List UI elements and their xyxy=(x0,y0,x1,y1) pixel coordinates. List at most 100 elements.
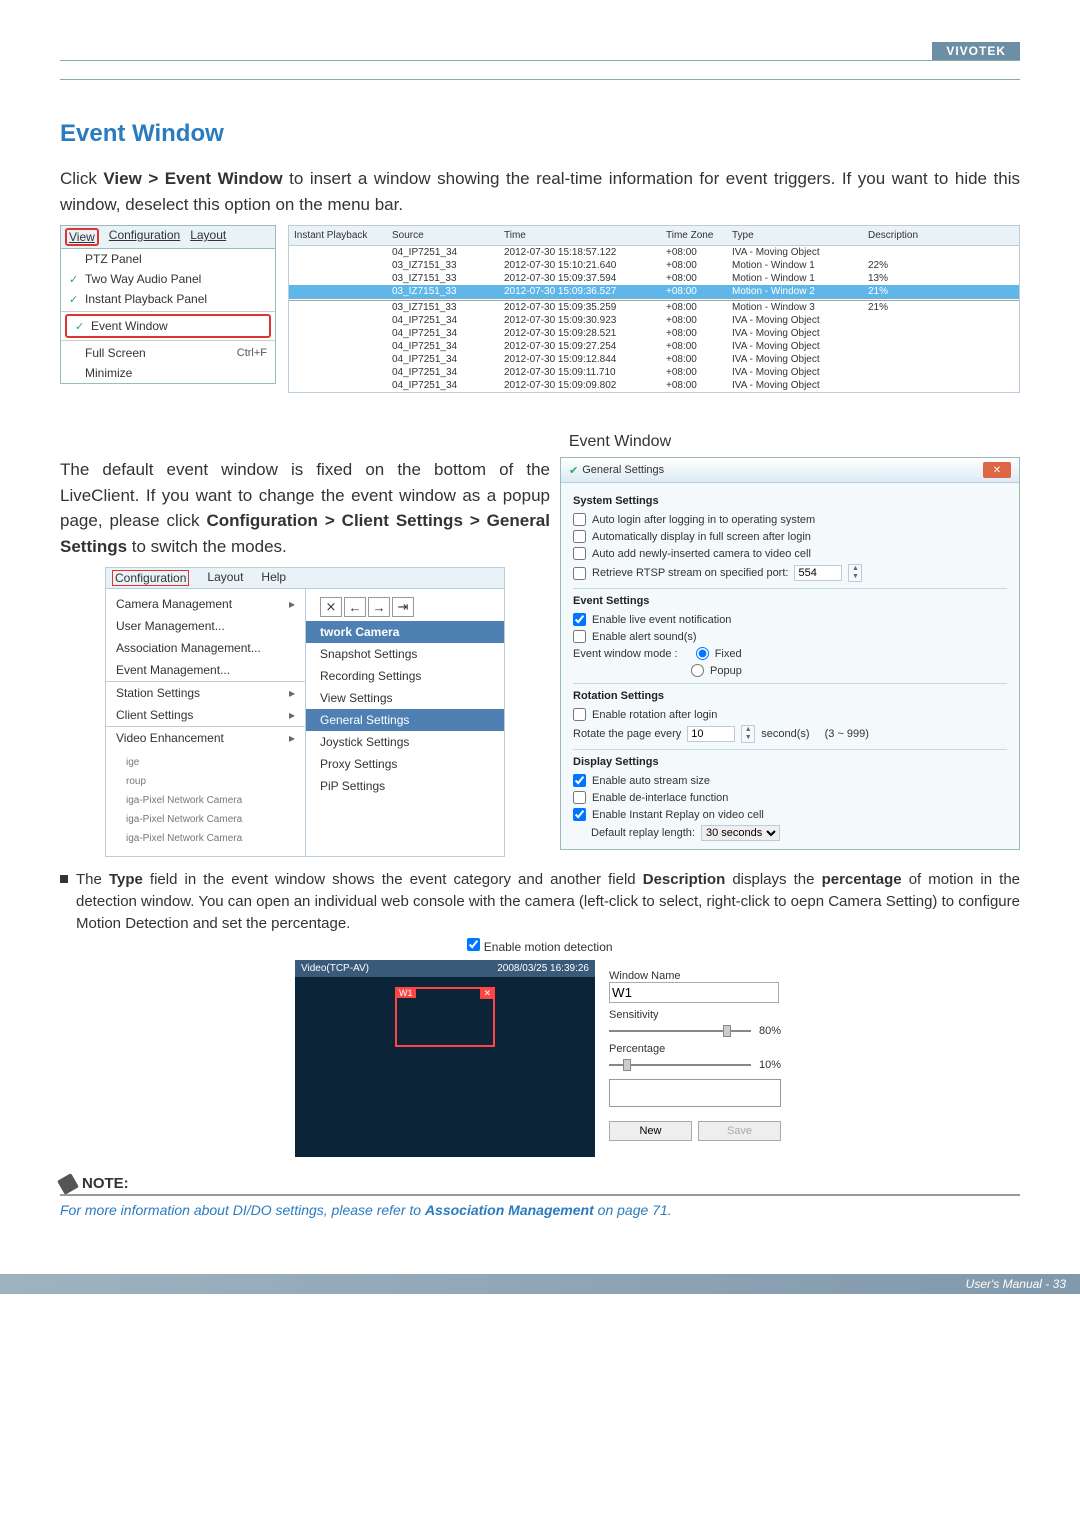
intro-paragraph: Click View > Event Window to insert a wi… xyxy=(60,166,1020,217)
sub-recording[interactable]: Recording Settings xyxy=(306,665,504,687)
slider-sens[interactable] xyxy=(609,1030,751,1032)
lbl-alert-sound: Enable alert sound(s) xyxy=(592,631,697,643)
motion-window-label: W1 xyxy=(396,988,416,998)
col-tz[interactable]: Time Zone xyxy=(663,229,725,242)
rotate-val[interactable] xyxy=(687,726,735,742)
sub-general[interactable]: General Settings xyxy=(306,709,504,731)
video-mode: Video(TCP-AV) xyxy=(301,963,369,974)
menu-item-ptz[interactable]: PTZ Panel xyxy=(85,252,142,266)
btn-new[interactable]: New xyxy=(609,1121,692,1141)
lbl-autologin: Auto login after logging in to operating… xyxy=(592,514,815,526)
table-row[interactable]: 03_IZ7151_332012-07-30 15:09:36.527+08:0… xyxy=(289,285,1019,298)
input-winname[interactable] xyxy=(609,982,779,1003)
col-source[interactable]: Source xyxy=(389,229,497,242)
event-table-screenshot: Instant Playback Source Time Time Zone T… xyxy=(288,225,1020,393)
col-type[interactable]: Type xyxy=(729,229,861,242)
chk-instantreplay[interactable] xyxy=(573,808,586,821)
note-text: For more information about DI/DO setting… xyxy=(60,1202,1020,1218)
sidelist-1: roup xyxy=(116,772,295,791)
col-instant[interactable]: Instant Playback xyxy=(291,229,385,242)
cam-title: twork Camera xyxy=(306,621,504,643)
page-footer: User's Manual - 33 xyxy=(0,1274,1080,1294)
conf-user-mgmt[interactable]: User Management... xyxy=(106,615,305,637)
lbl-sens: Sensitivity xyxy=(609,1009,781,1021)
conf-tab-configuration[interactable]: Configuration xyxy=(112,570,189,586)
tb-fwd-icon[interactable]: → xyxy=(368,597,390,617)
menu-item-fullscreen[interactable]: Full Screen xyxy=(85,346,146,360)
motion-window[interactable]: W1 ✕ xyxy=(395,987,495,1047)
close-icon[interactable]: ✕ xyxy=(983,462,1011,478)
chk-deinterlace[interactable] xyxy=(573,791,586,804)
chk-autostream[interactable] xyxy=(573,774,586,787)
rtsp-port[interactable] xyxy=(794,565,842,581)
menu-item-minimize[interactable]: Minimize xyxy=(85,366,132,380)
motion-window-close-icon[interactable]: ✕ xyxy=(480,988,494,999)
lbl-replaylen: Default replay length: xyxy=(591,827,695,839)
sub-pip[interactable]: PiP Settings xyxy=(306,775,504,797)
chk-rotation[interactable] xyxy=(573,708,586,721)
lbl-perc: Percentage xyxy=(609,1043,781,1055)
chk-alert-sound[interactable] xyxy=(573,630,586,643)
sub-proxy[interactable]: Proxy Settings xyxy=(306,753,504,775)
conf-station[interactable]: Station Settings xyxy=(106,682,305,704)
slider-perc[interactable] xyxy=(609,1064,751,1066)
table-row[interactable]: 04_IP7251_342012-07-30 15:09:30.923+08:0… xyxy=(289,314,1019,327)
table-row[interactable]: 04_IP7251_342012-07-30 15:09:12.844+08:0… xyxy=(289,353,1019,366)
btn-save: Save xyxy=(698,1121,781,1141)
chk-fullscreen[interactable] xyxy=(573,530,586,543)
spinner2-icon[interactable]: ▲▼ xyxy=(741,725,755,743)
chk-autologin[interactable] xyxy=(573,513,586,526)
val-sens: 80% xyxy=(759,1025,781,1037)
conf-client[interactable]: Client Settings xyxy=(106,704,305,726)
menu-view[interactable]: View xyxy=(65,228,99,246)
menu-item-audio[interactable]: Two Way Audio Panel xyxy=(85,272,201,286)
gs-title: General Settings xyxy=(582,464,664,476)
tb-back-icon[interactable]: ← xyxy=(344,597,366,617)
tb-close-icon[interactable]: ⨯ xyxy=(320,597,342,617)
table-row[interactable]: 04_IP7251_342012-07-30 15:09:09.802+08:0… xyxy=(289,379,1019,392)
table-row[interactable]: 03_IZ7151_332012-07-30 15:09:35.259+08:0… xyxy=(289,298,1019,314)
conf-tab-help[interactable]: Help xyxy=(261,570,286,586)
sub-snapshot[interactable]: Snapshot Settings xyxy=(306,643,504,665)
sidelist-2: iga-Pixel Network Camera xyxy=(116,791,295,810)
sidelist-0: ige xyxy=(116,753,295,772)
conf-event-mgmt[interactable]: Event Management... xyxy=(106,659,305,681)
menu-item-playback[interactable]: Instant Playback Panel xyxy=(85,292,207,306)
sidelist-3: iga-Pixel Network Camera xyxy=(116,810,295,829)
lbl-instantreplay: Enable Instant Replay on video cell xyxy=(592,809,764,821)
col-desc[interactable]: Description xyxy=(865,229,931,242)
sub-joystick[interactable]: Joystick Settings xyxy=(306,731,504,753)
table-row[interactable]: 04_IP7251_342012-07-30 15:09:27.254+08:0… xyxy=(289,340,1019,353)
chk-live-notif[interactable] xyxy=(573,613,586,626)
gs-rot-hdr: Rotation Settings xyxy=(573,690,1007,702)
conf-camera-mgmt[interactable]: Camera Management xyxy=(106,593,305,615)
gs-evt-hdr: Event Settings xyxy=(573,595,1007,607)
chk-rtsp[interactable] xyxy=(573,567,586,580)
table-row[interactable]: 04_IP7251_342012-07-30 15:09:28.521+08:0… xyxy=(289,327,1019,340)
bullet-icon xyxy=(60,875,68,883)
chk-enable-md[interactable] xyxy=(467,938,480,951)
table-row[interactable]: 03_IZ7151_332012-07-30 15:09:37.594+08:0… xyxy=(289,272,1019,285)
spinner-icon[interactable]: ▲▼ xyxy=(848,564,862,582)
chk-autoadd[interactable] xyxy=(573,547,586,560)
menu-configuration[interactable]: Configuration xyxy=(109,228,180,246)
table-row[interactable]: 04_IP7251_342012-07-30 15:09:11.710+08:0… xyxy=(289,366,1019,379)
conf-assoc-mgmt[interactable]: Association Management... xyxy=(106,637,305,659)
menu-item-eventwindow[interactable]: Event Window xyxy=(91,319,168,333)
lbl-winname: Window Name xyxy=(609,970,781,982)
lbl-rtsp: Retrieve RTSP stream on specified port: xyxy=(592,567,788,579)
radio-fixed[interactable] xyxy=(696,647,709,660)
radio-popup[interactable] xyxy=(691,664,704,677)
table-row[interactable]: 03_IZ7151_332012-07-30 15:10:21.640+08:0… xyxy=(289,259,1019,272)
tb-misc-icon[interactable]: ⇥ xyxy=(392,597,414,617)
lbl-deinterlace: Enable de-interlace function xyxy=(592,792,728,804)
col-time[interactable]: Time xyxy=(501,229,659,242)
table-row[interactable]: 04_IP7251_342012-07-30 15:18:57.122+08:0… xyxy=(289,246,1019,259)
view-menu-screenshot: View Configuration Layout PTZ Panel ✓Two… xyxy=(60,225,276,384)
conf-video-enh[interactable]: Video Enhancement xyxy=(106,727,305,749)
menu-layout[interactable]: Layout xyxy=(190,228,226,246)
sidelist-4: iga-Pixel Network Camera xyxy=(116,829,295,848)
conf-tab-layout[interactable]: Layout xyxy=(207,570,243,586)
sub-view[interactable]: View Settings xyxy=(306,687,504,709)
sel-replaylen[interactable]: 30 seconds xyxy=(701,825,780,841)
